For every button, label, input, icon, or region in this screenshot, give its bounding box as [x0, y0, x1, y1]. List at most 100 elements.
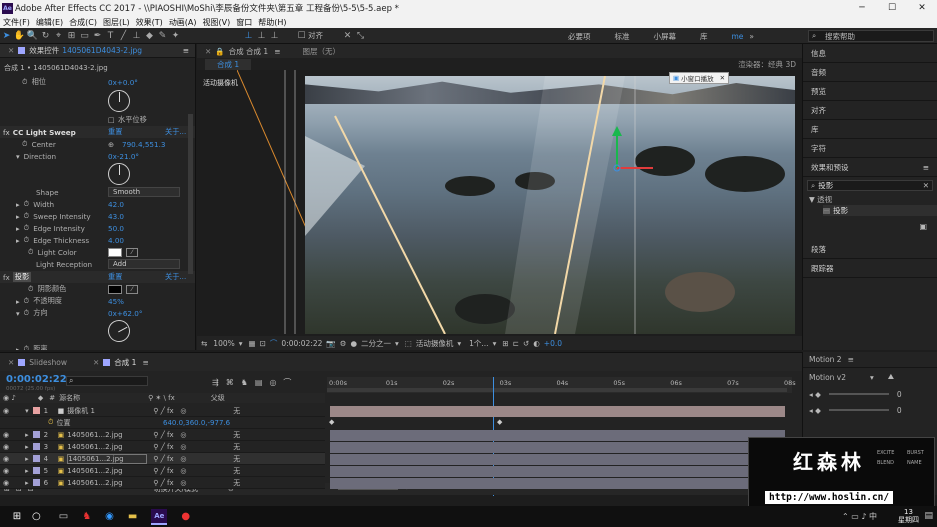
direction-value[interactable]: 0x-21.0° — [108, 152, 139, 161]
expand-arrow-icon[interactable]: ▸ — [16, 236, 20, 245]
minimize-button[interactable]: ─ — [847, 0, 877, 16]
keyframe-icon[interactable]: ◆ — [329, 418, 334, 426]
eye-icon[interactable]: ◉ — [3, 455, 9, 463]
layer-name[interactable]: 1405061...2.jpg — [67, 467, 147, 475]
tooltip-close-icon[interactable]: ✕ — [720, 74, 725, 82]
after-effects-taskbar-icon[interactable]: Ae — [151, 508, 168, 525]
panel-menu-icon[interactable]: ≡ — [848, 355, 854, 364]
flowchart-icon[interactable]: ⊏ — [513, 339, 519, 348]
pen-tool-icon[interactable]: ✒ — [91, 29, 104, 42]
shadow-direction-value[interactable]: 0x+62.0° — [108, 309, 142, 318]
stopwatch-icon[interactable]: ⏱ — [24, 308, 30, 318]
twirl-arrow-icon[interactable]: ▸ — [25, 443, 29, 451]
layer-switches[interactable]: ⚲ ╱ fx ◎ — [153, 407, 233, 415]
stopwatch-icon[interactable]: ⏱ — [24, 223, 30, 233]
libraries-panel-tab[interactable]: 库 — [803, 120, 937, 139]
layer-viewer-tab[interactable]: 图层（无） — [302, 46, 340, 57]
workspace-more-icon[interactable]: » — [749, 32, 754, 41]
light-reception-dropdown[interactable]: Add — [108, 259, 180, 269]
parent-dropdown[interactable]: 无 — [233, 478, 240, 488]
stopwatch-icon[interactable]: ⏱ — [24, 344, 30, 350]
shadow-reset[interactable]: 重置 — [108, 272, 122, 282]
zoom-tool-icon[interactable]: 🔍 — [26, 29, 39, 42]
layer-switches[interactable]: ⚲ ╱ fx ◎ — [153, 431, 233, 439]
pan-behind-tool-icon[interactable]: ⊞ — [65, 29, 78, 42]
eye-icon[interactable]: ◉ — [3, 467, 9, 475]
3d-view-dropdown[interactable]: 活动摄像机 — [416, 338, 454, 349]
browser-icon[interactable]: ◉ — [105, 511, 114, 522]
local-axis-icon[interactable]: ⊥ — [242, 29, 255, 42]
eyedropper-icon[interactable]: ⁄ — [126, 247, 138, 257]
stopwatch-icon[interactable]: ⏱ — [28, 247, 34, 257]
timeline-timecode[interactable]: 0:00:02:22 — [6, 374, 67, 385]
parent-dropdown[interactable]: 无 — [233, 454, 240, 464]
floating-preview-tooltip[interactable]: ▣ 小窗口播放 ✕ — [669, 72, 730, 84]
light-color-swatch[interactable] — [108, 247, 122, 257]
parent-dropdown[interactable]: 无 — [233, 466, 240, 476]
twirl-arrow-icon[interactable]: ▸ — [25, 455, 29, 463]
eye-icon[interactable]: ◉ — [3, 407, 9, 415]
edge-intensity-value[interactable]: 50.0 — [108, 224, 124, 233]
layer-row[interactable]: ◉ ▸ 4 ▣ 1405061...2.jpg ⚲ ╱ fx ◎ 无 — [0, 453, 325, 465]
exposure-icon[interactable]: ◐ — [533, 339, 540, 348]
workspace-custom[interactable]: me — [732, 32, 744, 41]
expand-arrow-icon[interactable]: ▸ — [16, 297, 20, 306]
expand-arrow-icon[interactable]: ▸ — [16, 345, 20, 351]
twirl-arrow-icon[interactable]: ▸ — [25, 431, 29, 439]
panel-menu-icon[interactable]: ≡ — [923, 163, 929, 172]
lightsweep-header[interactable]: fx CC Light Sweep 重置 关于... — [0, 126, 195, 138]
reset-exposure-icon[interactable]: ↺ — [523, 339, 529, 348]
task-view-icon[interactable]: ▭ — [59, 511, 68, 522]
preview-panel-tab[interactable]: 预览 — [803, 82, 937, 101]
stopwatch-icon[interactable]: ⏱ — [22, 77, 28, 87]
eye-icon[interactable]: ◉ — [3, 431, 9, 439]
fx-icon[interactable]: fx — [3, 128, 10, 137]
eye-icon[interactable]: ◉ — [3, 443, 9, 451]
dropdown-arrow-icon[interactable]: ▾ — [870, 373, 874, 382]
layer-name[interactable]: 摄像机 1 — [67, 406, 147, 416]
layer-duration-bar[interactable] — [330, 466, 785, 477]
view-layout-dropdown[interactable]: 1个... — [469, 338, 488, 349]
layer-name[interactable]: 1405061...2.jpg — [67, 431, 147, 439]
menu-file[interactable]: 文件(F) — [3, 17, 30, 28]
stopwatch-icon[interactable]: ⏱ — [22, 139, 28, 149]
effects-item-shadow[interactable]: ▤ 投影 — [823, 205, 937, 216]
exposure-value[interactable]: +0.0 — [544, 339, 562, 348]
clock[interactable]: 13 星期四 — [898, 508, 919, 524]
time-ruler[interactable]: 0:00s 01s 02s 03s 04s 05s 06s 07s 08s — [327, 377, 796, 393]
effects-search-input[interactable]: ⌕ 投影 ✕ — [807, 180, 933, 191]
clear-search-icon[interactable]: ✕ — [923, 181, 929, 190]
windows-start-icon[interactable]: ⊞ — [12, 511, 22, 522]
motion-slider[interactable] — [828, 409, 889, 411]
lightsweep-reset[interactable]: 重置 — [108, 127, 122, 137]
layer-name[interactable]: 1405061...2.jpg — [67, 479, 147, 487]
layer-switches[interactable]: ⚲ ╱ fx ◎ — [153, 443, 233, 451]
graph-editor-icon[interactable]: ⌒ — [283, 377, 291, 388]
composition-viewer[interactable] — [305, 76, 795, 334]
draft-3d-icon[interactable]: ⌘ — [226, 378, 234, 387]
comp-mini-flowchart-icon[interactable]: ⇶ — [212, 378, 219, 387]
brush-tool-icon[interactable]: ╱ — [117, 29, 130, 42]
expand-arrow-icon[interactable]: ▾ — [16, 309, 20, 318]
menu-edit[interactable]: 编辑(E) — [36, 17, 63, 28]
info-panel-tab[interactable]: 信息 — [803, 44, 937, 63]
selection-tool-icon[interactable]: ➤ — [0, 29, 13, 42]
search-icon[interactable]: ○ — [32, 511, 41, 522]
effect-controls-scrollbar[interactable] — [188, 114, 193, 274]
layer-name[interactable]: 1405061...2.jpg — [67, 443, 147, 451]
workspace-essentials[interactable]: 必要项 — [568, 31, 591, 42]
shadow-about[interactable]: 关于... — [165, 272, 186, 282]
tracker-panel-tab[interactable]: 跟踪器 — [803, 259, 937, 278]
search-help-input[interactable]: ⌕ 搜索帮助 — [808, 30, 934, 42]
snap-feature-icon[interactable]: ✕ — [341, 29, 354, 42]
layer-duration-bar[interactable] — [330, 442, 785, 453]
paragraph-panel-tab[interactable]: 段落 — [803, 240, 937, 259]
lightsweep-about[interactable]: 关于... — [165, 127, 186, 137]
maximize-button[interactable]: ☐ — [877, 0, 907, 16]
timeline-tab-slideshow[interactable]: Slideshow — [29, 358, 67, 367]
rotate-tool-icon[interactable]: ↻ — [39, 29, 52, 42]
workspace-standard[interactable]: 标准 — [615, 31, 630, 42]
timeline-tab-comp1[interactable]: 合成 1 — [114, 357, 136, 368]
dropdown-arrow-icon[interactable]: ▾ — [457, 339, 461, 348]
center-value[interactable]: 790.4,551.3 — [122, 140, 165, 149]
